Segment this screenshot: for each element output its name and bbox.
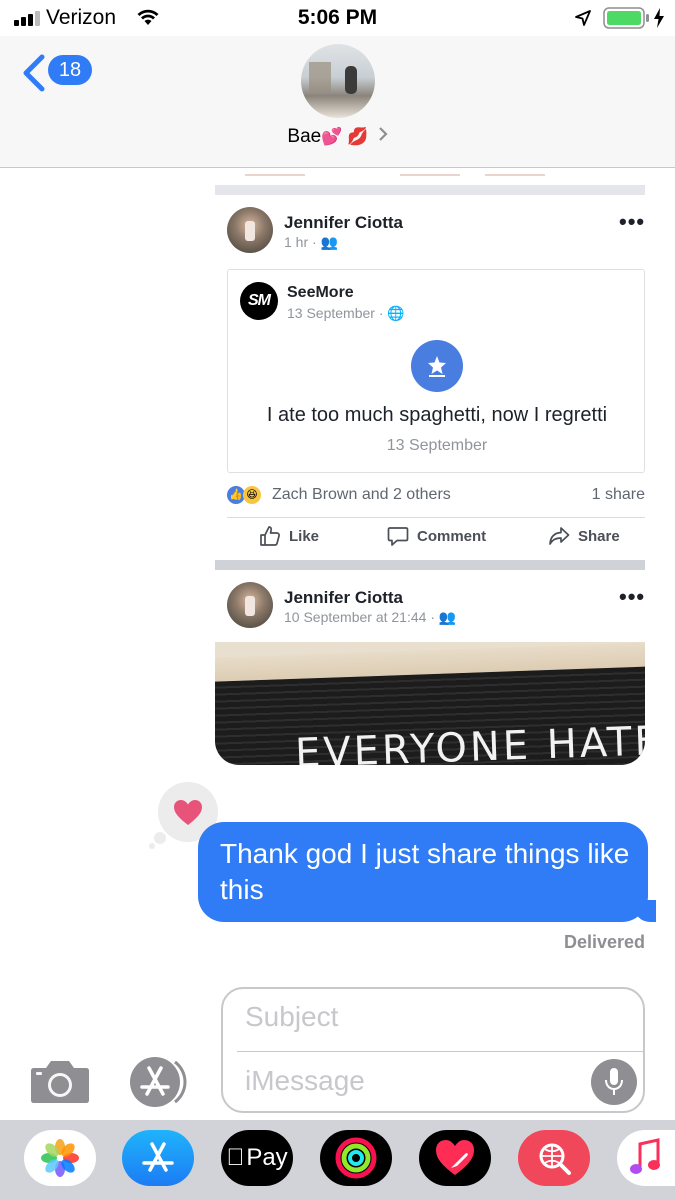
app-store-icon (142, 1142, 174, 1172)
message-text: Thank god I just share things like this (220, 838, 630, 905)
author-name: Jennifer Ciotta (284, 588, 404, 607)
friends-icon: 👥 (438, 609, 457, 625)
post-divider (215, 560, 645, 570)
shared-link-card[interactable]: SM SeeMore 13 September · 🌐 I ate too mu… (227, 269, 645, 473)
bubble-tail (634, 900, 656, 922)
activity-rings-icon (335, 1137, 377, 1179)
globe-search-icon (539, 1143, 571, 1175)
more-options-button[interactable]: ••• (619, 584, 645, 610)
post-photo[interactable]: EVERYONE HATES (215, 642, 645, 765)
facebook-post: Jennifer Ciotta 10 September at 21:44 · … (215, 570, 645, 765)
like-label: Like (289, 527, 320, 545)
shared-headline: I ate too much spaghetti, now I regretti (266, 404, 608, 426)
subject-field[interactable]: Subject (245, 1001, 625, 1033)
unread-badge: 18 (48, 55, 92, 85)
apple-pay-label: Pay (237, 1144, 287, 1171)
thumbs-up-icon (260, 526, 280, 546)
more-options-button[interactable]: ••• (619, 209, 645, 235)
sent-message-bubble[interactable]: Thank god I just share things like this (198, 822, 656, 922)
contact-name-row[interactable]: Bae💕 💋 (0, 126, 675, 148)
app-store-icon (130, 1057, 187, 1107)
heart-hand-icon (436, 1140, 474, 1175)
contact-name: Bae (287, 126, 322, 148)
web-images-app-button[interactable] (518, 1130, 590, 1186)
source-name: SeeMore (287, 284, 354, 301)
comment-button[interactable]: Comment (387, 525, 486, 547)
post-time: 10 September at 21:44 · 👥 (284, 609, 456, 626)
facebook-post: Jennifer Ciotta 1 hr · 👥 ••• SM SeeMore … (215, 195, 645, 560)
camera-button[interactable] (30, 1058, 90, 1109)
activity-app-button[interactable] (320, 1130, 392, 1186)
seemore-logo: SM (240, 282, 278, 320)
share-button[interactable]: Share (548, 525, 620, 547)
heart-icon (174, 800, 202, 825)
contact-avatar[interactable] (301, 44, 375, 118)
comment-icon (387, 527, 409, 546)
apple-pay-app-button[interactable]: Pay (221, 1130, 293, 1186)
music-app-button[interactable] (617, 1130, 675, 1186)
app-store-drawer-button[interactable] (125, 1056, 191, 1113)
reactions-text: Zach Brown and 2 others (272, 486, 451, 503)
author-avatar (227, 582, 273, 628)
charging-icon (653, 8, 665, 33)
photos-icon (41, 1139, 79, 1177)
apple-logo-icon:  (226, 1144, 244, 1172)
message-composer: Subject iMessage (221, 987, 645, 1113)
reactions-divider (227, 517, 645, 518)
status-bar: Verizon 5:06 PM (0, 0, 675, 36)
author-avatar (227, 207, 273, 253)
share-label: Share (578, 527, 620, 545)
source-date-text: 13 September · (287, 305, 384, 321)
author-name: Jennifer Ciotta (284, 213, 404, 232)
post-time-text: 10 September at 21:44 · (284, 609, 435, 625)
contact-emoji: 💕 💋 (321, 127, 369, 147)
chevron-right-icon (378, 126, 388, 148)
comment-label: Comment (417, 527, 487, 545)
digital-touch-app-button[interactable] (419, 1130, 491, 1186)
battery-icon (603, 7, 651, 34)
source-date: 13 September · 🌐 (287, 305, 405, 322)
post-time-text: 1 hr · (284, 234, 317, 250)
camera-icon (31, 1061, 89, 1103)
location-icon (574, 9, 592, 32)
preview-top-strip (215, 170, 645, 180)
share-arrow-icon (549, 527, 570, 545)
imessage-input[interactable]: iMessage (245, 1065, 575, 1097)
back-button[interactable]: 18 (18, 50, 98, 96)
shares-count: 1 share (591, 486, 645, 503)
composer-divider (237, 1051, 643, 1052)
friends-icon: 👥 (320, 234, 339, 250)
post-time: 1 hr · 👥 (284, 234, 338, 251)
microphone-icon (605, 1068, 623, 1095)
like-button[interactable]: Like (259, 525, 319, 547)
reactions-row[interactable]: 👍 😆 Zach Brown and 2 others 1 share (227, 485, 645, 507)
delivered-status: Delivered (563, 932, 645, 952)
music-note-icon (630, 1138, 660, 1174)
app-store-app-button[interactable] (122, 1130, 194, 1186)
post-divider (215, 185, 645, 195)
haha-reaction-icon: 😆 (243, 486, 261, 504)
action-bar: Like Comment Share (215, 525, 645, 555)
globe-icon: 🌐 (387, 305, 405, 321)
conversation-header: 18 Bae💕 💋 (0, 36, 675, 168)
chevron-left-icon (23, 54, 45, 92)
shared-subdate: 13 September (386, 437, 488, 454)
dictation-button[interactable] (591, 1059, 637, 1105)
photos-app-button[interactable] (24, 1130, 96, 1186)
star-badge-icon (411, 340, 463, 392)
